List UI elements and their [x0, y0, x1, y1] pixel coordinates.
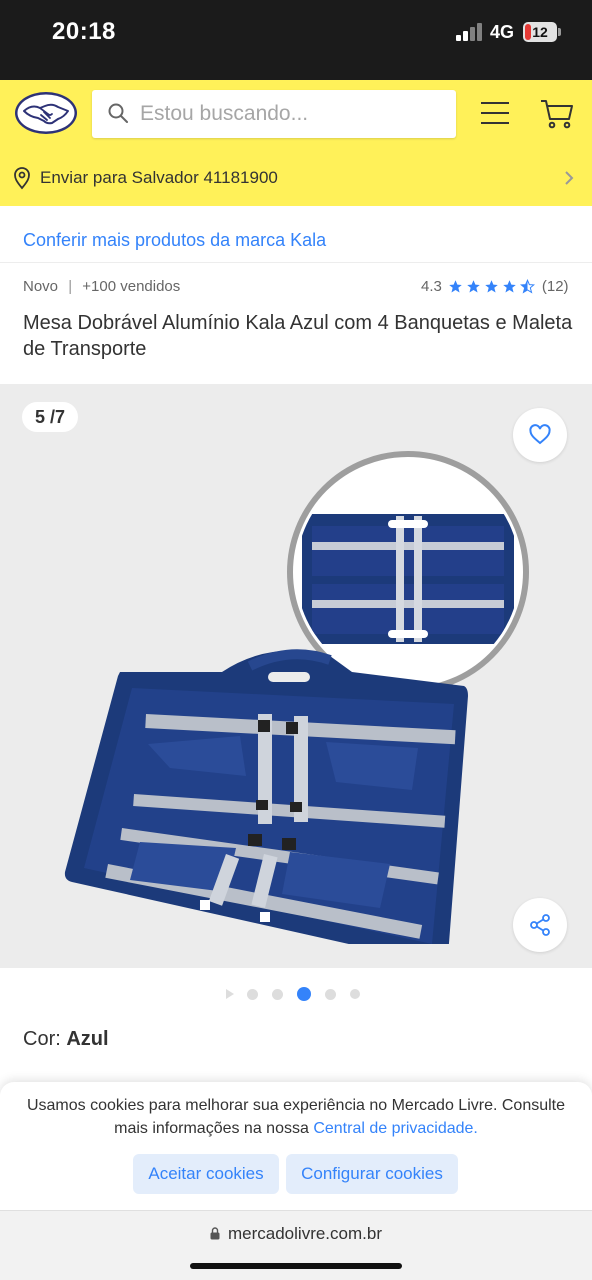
rating-value: 4.3: [421, 278, 442, 295]
home-indicator[interactable]: [190, 1263, 402, 1269]
condition-sold: Novo | +100 vendidos: [23, 278, 181, 295]
star-icon: [503, 280, 516, 293]
play-icon[interactable]: [225, 989, 234, 999]
pagination-dot-active[interactable]: [296, 987, 311, 1001]
product-title: Mesa Dobrável Alumínio Kala Azul com 4 B…: [23, 312, 573, 360]
cart-icon[interactable]: [540, 99, 574, 129]
battery-tip: [558, 28, 561, 36]
cookie-message: Usamos cookies para melhorar sua experiê…: [20, 1094, 572, 1140]
favorite-button[interactable]: [513, 408, 567, 462]
signal-icon: [456, 23, 484, 41]
color-value: Azul: [66, 1028, 109, 1050]
battery-icon: 12: [523, 22, 557, 42]
battery-level: 12: [532, 24, 548, 40]
configure-cookies-button[interactable]: Configurar cookies: [286, 1154, 458, 1194]
cookie-banner: Usamos cookies para melhorar sua experiê…: [0, 1082, 592, 1222]
share-button[interactable]: [513, 898, 567, 952]
heart-icon: [529, 424, 551, 445]
header: Enviar para Salvador 41181900: [0, 80, 592, 206]
status-time: 20:18: [52, 18, 116, 45]
search-icon: [108, 103, 128, 123]
chevron-right-icon: [565, 171, 574, 185]
pagination-dot[interactable]: [349, 989, 360, 999]
search-input[interactable]: [140, 98, 440, 130]
gallery-pagination[interactable]: [0, 984, 592, 1004]
color-selector: Cor: Azul: [23, 1028, 109, 1051]
cookie-text: Usamos cookies para melhorar sua experiê…: [26, 1097, 566, 1137]
mercadolivre-logo-icon[interactable]: [14, 91, 78, 135]
delivery-text: Enviar para Salvador 41181900: [40, 168, 278, 187]
rating-count: (12): [541, 278, 569, 295]
pagination-dot[interactable]: [324, 988, 336, 1000]
status-bar: 20:18 4G 12: [0, 0, 592, 80]
pagination-dot[interactable]: [271, 988, 283, 1000]
delivery-address[interactable]: Enviar para Salvador 41181900: [0, 161, 592, 195]
url-text: mercadolivre.com.br: [228, 1224, 382, 1243]
star-icon: [485, 280, 498, 293]
star-icon: [467, 280, 480, 293]
pagination-dot[interactable]: [246, 988, 258, 1000]
rating-stars: [448, 279, 538, 294]
browser-address-bar[interactable]: mercadolivre.com.br: [0, 1210, 592, 1280]
share-icon: [530, 914, 550, 936]
product-gallery[interactable]: 5 /7: [0, 384, 592, 968]
product-image[interactable]: [50, 424, 540, 944]
star-icon: [449, 280, 462, 293]
image-counter: 5 /7: [22, 402, 78, 432]
network-type: 4G: [490, 22, 515, 42]
rating[interactable]: 4.3 (12): [421, 278, 569, 295]
divider: [0, 262, 592, 263]
search-box[interactable]: [92, 90, 456, 138]
location-pin-icon: [14, 167, 30, 190]
brand-products-link[interactable]: Conferir mais produtos da marca Kala: [23, 230, 326, 251]
sold-count: +100 vendidos: [82, 278, 181, 295]
url-display[interactable]: mercadolivre.com.br: [0, 1224, 592, 1244]
privacy-center-link[interactable]: Central de privacidade.: [313, 1120, 478, 1137]
menu-icon[interactable]: [480, 101, 510, 125]
condition-label: Novo: [23, 278, 59, 295]
lock-icon: [210, 1227, 220, 1240]
star-half-icon: [519, 279, 535, 294]
color-label: Cor:: [23, 1028, 61, 1050]
accept-cookies-button[interactable]: Aceitar cookies: [133, 1154, 279, 1194]
